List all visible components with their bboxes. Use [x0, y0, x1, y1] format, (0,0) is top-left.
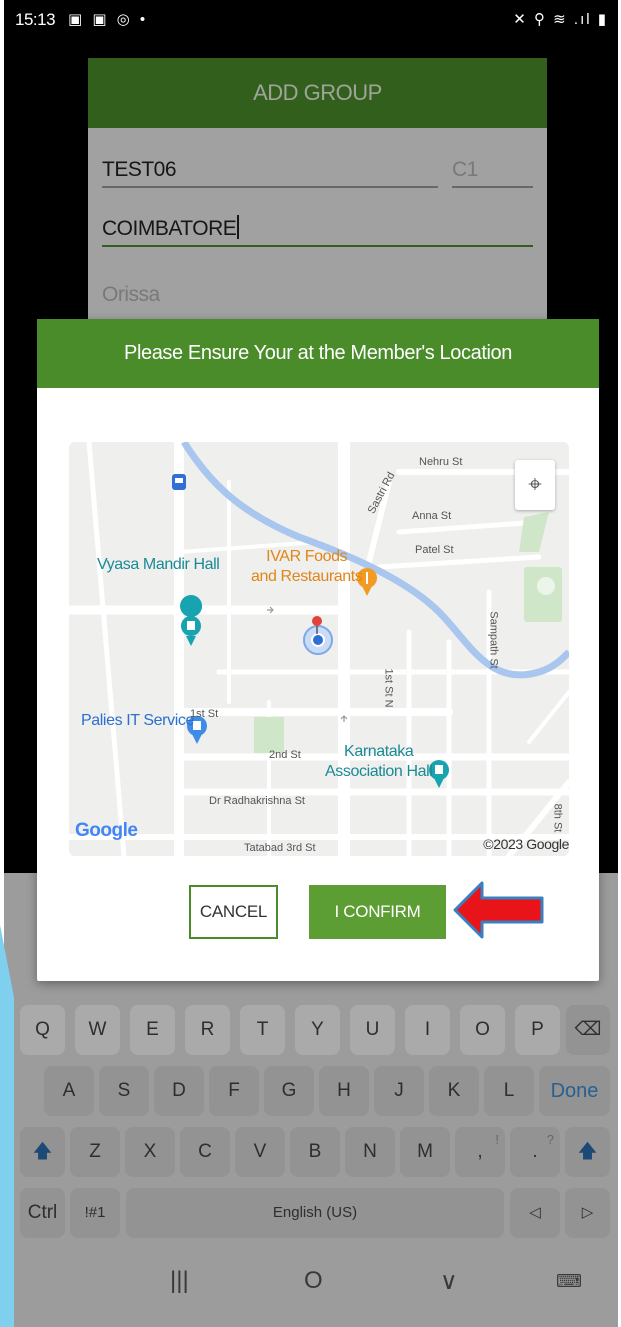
- system-status-icons: ✕ ⚲ ≋ .ıl ▮: [513, 11, 608, 28]
- notification-icons: ▣ ▣ ◎ •: [68, 11, 149, 28]
- cancel-button[interactable]: CANCEL: [189, 885, 278, 939]
- google-logo: Google: [75, 820, 138, 842]
- poi-karnataka-line2: Association Hall: [325, 763, 433, 780]
- confirm-button[interactable]: I CONFIRM: [309, 885, 446, 939]
- street-label-2nd: 2nd St: [269, 749, 301, 761]
- street-label-sampath: Sampath St: [487, 611, 500, 669]
- street-label-1st: 1st St: [190, 708, 219, 720]
- status-bar: 15:13 ▣ ▣ ◎ • ✕ ⚲ ≋ .ıl ▮: [4, 0, 618, 40]
- street-label-8th: 8th St: [551, 803, 564, 833]
- street-label-patel: Patel St: [415, 544, 454, 556]
- my-location-button[interactable]: ⌖: [515, 460, 555, 510]
- poi-ivar-line1: IVAR Foods: [266, 548, 348, 565]
- status-time: 15:13: [15, 10, 56, 29]
- poi-ivar-line2: and Restaurants: [251, 568, 363, 585]
- map-copyright: ©2023 Google: [483, 836, 569, 852]
- phone-screen: 15:13 ▣ ▣ ◎ • ✕ ⚲ ≋ .ıl ▮ ADD GROUP TEST…: [4, 0, 618, 1327]
- annotation-arrow-icon: [453, 881, 544, 939]
- street-label-radhakrishna: Dr Radhakrishna St: [209, 795, 305, 807]
- map-view[interactable]: Nehru St Sastri Rd Anna St Patel St Samp…: [69, 442, 569, 856]
- street-label-tatabad: Tatabad 3rd St: [244, 842, 316, 854]
- poi-karnataka-line1: Karnataka: [344, 743, 414, 760]
- street-label-nehru: Nehru St: [419, 456, 463, 468]
- poi-vyasa-mandir-hall[interactable]: Vyasa Mandir Hall: [97, 556, 220, 574]
- street-label-anna: Anna St: [412, 510, 452, 522]
- poi-palies-it-service[interactable]: Palies IT Service: [81, 712, 194, 730]
- dialog-title: Please Ensure Your at the Member's Locat…: [37, 319, 599, 388]
- poi-karnataka-association-hall[interactable]: Karnataka Association Hall: [325, 742, 433, 782]
- street-label-1st-n: 1st St N: [382, 668, 395, 708]
- poi-ivar-foods[interactable]: IVAR Foods and Restaurants: [251, 547, 363, 587]
- google-logo-text: Google: [75, 820, 138, 841]
